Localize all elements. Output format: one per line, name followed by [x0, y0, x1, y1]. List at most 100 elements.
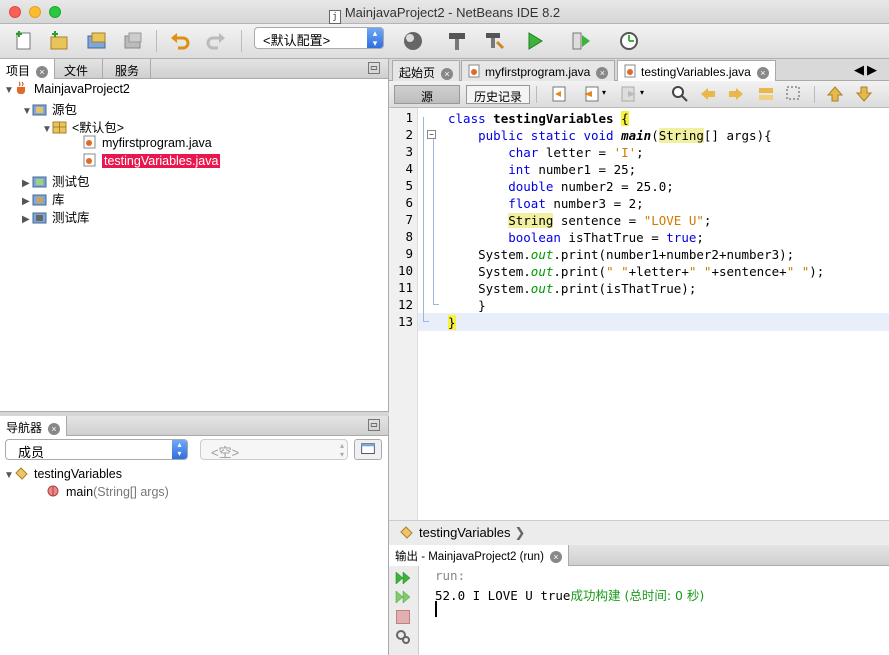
find-icon[interactable] [671, 85, 689, 103]
rerun-with-params-icon[interactable] [395, 589, 411, 605]
java-file-icon: j [328, 10, 341, 24]
code-line-12: } [478, 298, 486, 313]
line-number: 6 [405, 195, 413, 210]
test-libraries-icon [32, 210, 47, 224]
minimize-panel-icon[interactable]: ▭ [368, 419, 380, 431]
open-project-icon[interactable] [84, 28, 110, 54]
java-file-icon [82, 153, 97, 167]
tree-default-package[interactable]: ▼ <默认包> [0, 117, 388, 135]
fold-guide [423, 117, 424, 321]
line-number: 7 [405, 212, 413, 227]
tab-scroll-right-icon[interactable]: ▶ [867, 62, 877, 78]
code-line-11: System.out.print(isThatTrue); [478, 281, 697, 296]
toggle-rect-select-icon[interactable] [785, 85, 803, 103]
tab-services[interactable]: 服务 [103, 59, 151, 79]
debug-icon[interactable] [568, 28, 594, 54]
code-editor[interactable]: − class testingVariables { public static… [418, 108, 889, 520]
navigator-tabs: 导航器 × ▭ [0, 416, 388, 436]
profile-icon[interactable] [616, 28, 642, 54]
window-title: j MainjavaProject2 - NetBeans IDE 8.2 [0, 5, 889, 24]
back-dropdown-icon[interactable]: ▾ [602, 88, 606, 97]
config-select[interactable]: <默认配置> ▴ ▾ [254, 27, 384, 49]
editor-tabs: 起始页 × myfirstprogram.java × testingVariabl… [389, 59, 889, 81]
tree-project[interactable]: ▼ MainjavaProject2 [0, 81, 388, 99]
fold-guide [433, 134, 434, 304]
tab-testingvariables[interactable]: testingVariables.java × [617, 60, 776, 81]
chevron-updown-icon: ▴ ▾ [367, 28, 383, 48]
close-icon[interactable]: × [756, 67, 769, 79]
code-line-9: System.out.print(number1+number2+number3… [478, 247, 795, 262]
close-project-icon[interactable] [120, 28, 146, 54]
members-select[interactable]: 成员 ▴ ▾ [5, 439, 188, 460]
code-line-7: String sentence = "LOVE U"; [508, 213, 712, 228]
test-packages-icon [32, 174, 47, 188]
output-console[interactable]: run: 52.0 I LOVE U true成功构建 (总时间: 0 秒) [419, 566, 889, 655]
minimize-panel-icon[interactable]: ▭ [368, 62, 380, 74]
tab-files[interactable]: 文件 [52, 59, 103, 79]
back-icon[interactable] [582, 85, 600, 103]
fold-toggle-icon[interactable]: − [427, 130, 436, 139]
stop-icon[interactable] [396, 610, 410, 624]
filter-select[interactable]: <空> ▴ ▾ [200, 439, 348, 460]
close-icon[interactable]: × [549, 551, 562, 563]
package-icon [52, 120, 67, 134]
tab-scroll-left-icon[interactable]: ◀ [854, 62, 864, 78]
close-icon[interactable]: × [596, 67, 609, 79]
line-number: 4 [405, 161, 413, 176]
projects-panel: 项目 × 文件 服务 ▭ ▼ MainjavaProject2 ▼ 源包 ▼ <默认包>… [0, 59, 389, 415]
rerun-icon[interactable] [395, 570, 411, 586]
code-line-10: System.out.print(" "+letter+" "+sentence… [478, 264, 825, 279]
close-icon[interactable]: × [48, 423, 61, 435]
navigator-panel: 导航器 × ▭ 成员 ▴ ▾ <空> ▴ ▾ ▼ testingVariables main… [0, 416, 389, 655]
last-edit-icon[interactable] [551, 85, 569, 103]
chevron-updown-icon: ▴ ▾ [339, 441, 344, 459]
method-icon [46, 484, 61, 498]
clean-build-icon[interactable] [481, 28, 507, 54]
output-line: run: [435, 568, 466, 583]
tree-test-libraries[interactable]: ▶ 测试库 [0, 207, 388, 225]
forward-dropdown-icon[interactable]: ▾ [640, 88, 644, 97]
forward-icon[interactable] [620, 85, 638, 103]
text-cursor [435, 601, 437, 617]
code-line-6: float number3 = 2; [508, 196, 644, 211]
tab-output[interactable]: 输出 - MainjavaProject2 (run) × [389, 545, 569, 566]
nav-method-item[interactable]: main(String[] args) [46, 484, 169, 502]
current-line-highlight [418, 313, 889, 331]
java-file-icon [468, 64, 480, 78]
nav-class-item[interactable]: ▼ testingVariables [4, 466, 122, 484]
navigator-options-button[interactable] [354, 439, 382, 460]
tree-source-packages[interactable]: ▼ 源包 [0, 99, 388, 117]
history-button[interactable]: 历史记录 [466, 85, 530, 104]
settings-icon[interactable] [395, 629, 411, 645]
new-project-icon[interactable] [46, 28, 72, 54]
build-icon[interactable] [444, 28, 470, 54]
line-number-gutter: 1 2 3 4 5 6 7 8 9 10 11 12 13 [389, 108, 418, 520]
undo-icon[interactable] [167, 28, 193, 54]
previous-bookmark-icon[interactable] [826, 85, 844, 103]
new-file-icon[interactable] [11, 28, 37, 54]
tab-projects[interactable]: 项目 × [0, 59, 56, 79]
next-bookmark-icon[interactable] [855, 85, 873, 103]
run-icon[interactable] [522, 28, 548, 54]
redo-icon[interactable] [203, 28, 229, 54]
close-icon[interactable]: × [36, 66, 49, 78]
tab-myfirstprogram[interactable]: myfirstprogram.java × [461, 60, 616, 81]
breadcrumb-class[interactable]: testingVariables [419, 525, 511, 540]
tab-navigator[interactable]: 导航器 × [0, 416, 68, 436]
close-icon[interactable]: × [441, 68, 454, 80]
code-line-13: } [448, 315, 456, 330]
code-line-8: boolean isThatTrue = true; [508, 230, 704, 245]
find-next-icon[interactable] [727, 85, 745, 103]
tree-test-packages[interactable]: ▶ 测试包 [0, 171, 388, 189]
tab-start-page[interactable]: 起始页 × [392, 60, 461, 81]
tree-file-testingvariables[interactable]: testingVariables.java [0, 153, 388, 171]
toggle-highlight-icon[interactable] [757, 85, 775, 103]
find-previous-icon[interactable] [699, 85, 717, 103]
class-icon [14, 466, 29, 480]
globe-icon[interactable] [400, 28, 426, 54]
tree-file-myfirstprogram[interactable]: myfirstprogram.java [0, 135, 388, 153]
tree-libraries[interactable]: ▶ 库 [0, 189, 388, 207]
source-button[interactable]: 源 [394, 85, 460, 104]
line-number: 11 [397, 280, 413, 295]
editor-toolbar: 源 历史记录 ▾ ▾ [389, 81, 889, 108]
